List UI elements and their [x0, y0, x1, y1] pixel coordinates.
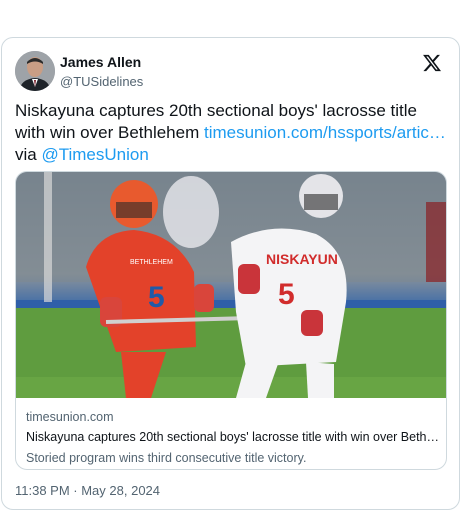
link-title[interactable]: Niskayuna captures 20th sectional boys' …	[26, 428, 440, 446]
author-name[interactable]: James Allen	[60, 53, 141, 71]
tweet-via: via	[15, 145, 42, 164]
tweet-text: Niskayuna captures 20th sectional boys' …	[15, 100, 451, 166]
tweet-timestamp[interactable]: 11:38 PM · May 28, 2024	[15, 482, 160, 500]
link-preview-meta: timesunion.com Niskayuna captures 20th s…	[26, 408, 440, 467]
avatar-image	[15, 51, 55, 91]
right-jersey-number: 5	[278, 278, 295, 311]
left-jersey-number: 5	[148, 281, 165, 314]
author-handle[interactable]: @TUSidelines	[60, 73, 143, 91]
article-photo[interactable]: 5 BETHLEHEM NISKAYUN 5	[16, 172, 446, 398]
link-preview-card[interactable]: 5 BETHLEHEM NISKAYUN 5 timesunion.com Ni…	[15, 171, 447, 470]
x-logo-icon[interactable]	[422, 53, 442, 73]
link-domain: timesunion.com	[26, 410, 114, 424]
link-description: Storied program wins third consecutive t…	[26, 451, 307, 465]
mention-link[interactable]: @TimesUnion	[41, 145, 148, 164]
right-jersey-text: NISKAYUN	[266, 251, 338, 267]
tweet-card[interactable]: James Allen @TUSidelines Niskayuna captu…	[1, 37, 460, 510]
avatar[interactable]	[15, 51, 55, 91]
tweet-link[interactable]: timesunion.com/hssports/artic…	[204, 123, 446, 142]
left-jersey-text: BETHLEHEM	[130, 259, 173, 266]
